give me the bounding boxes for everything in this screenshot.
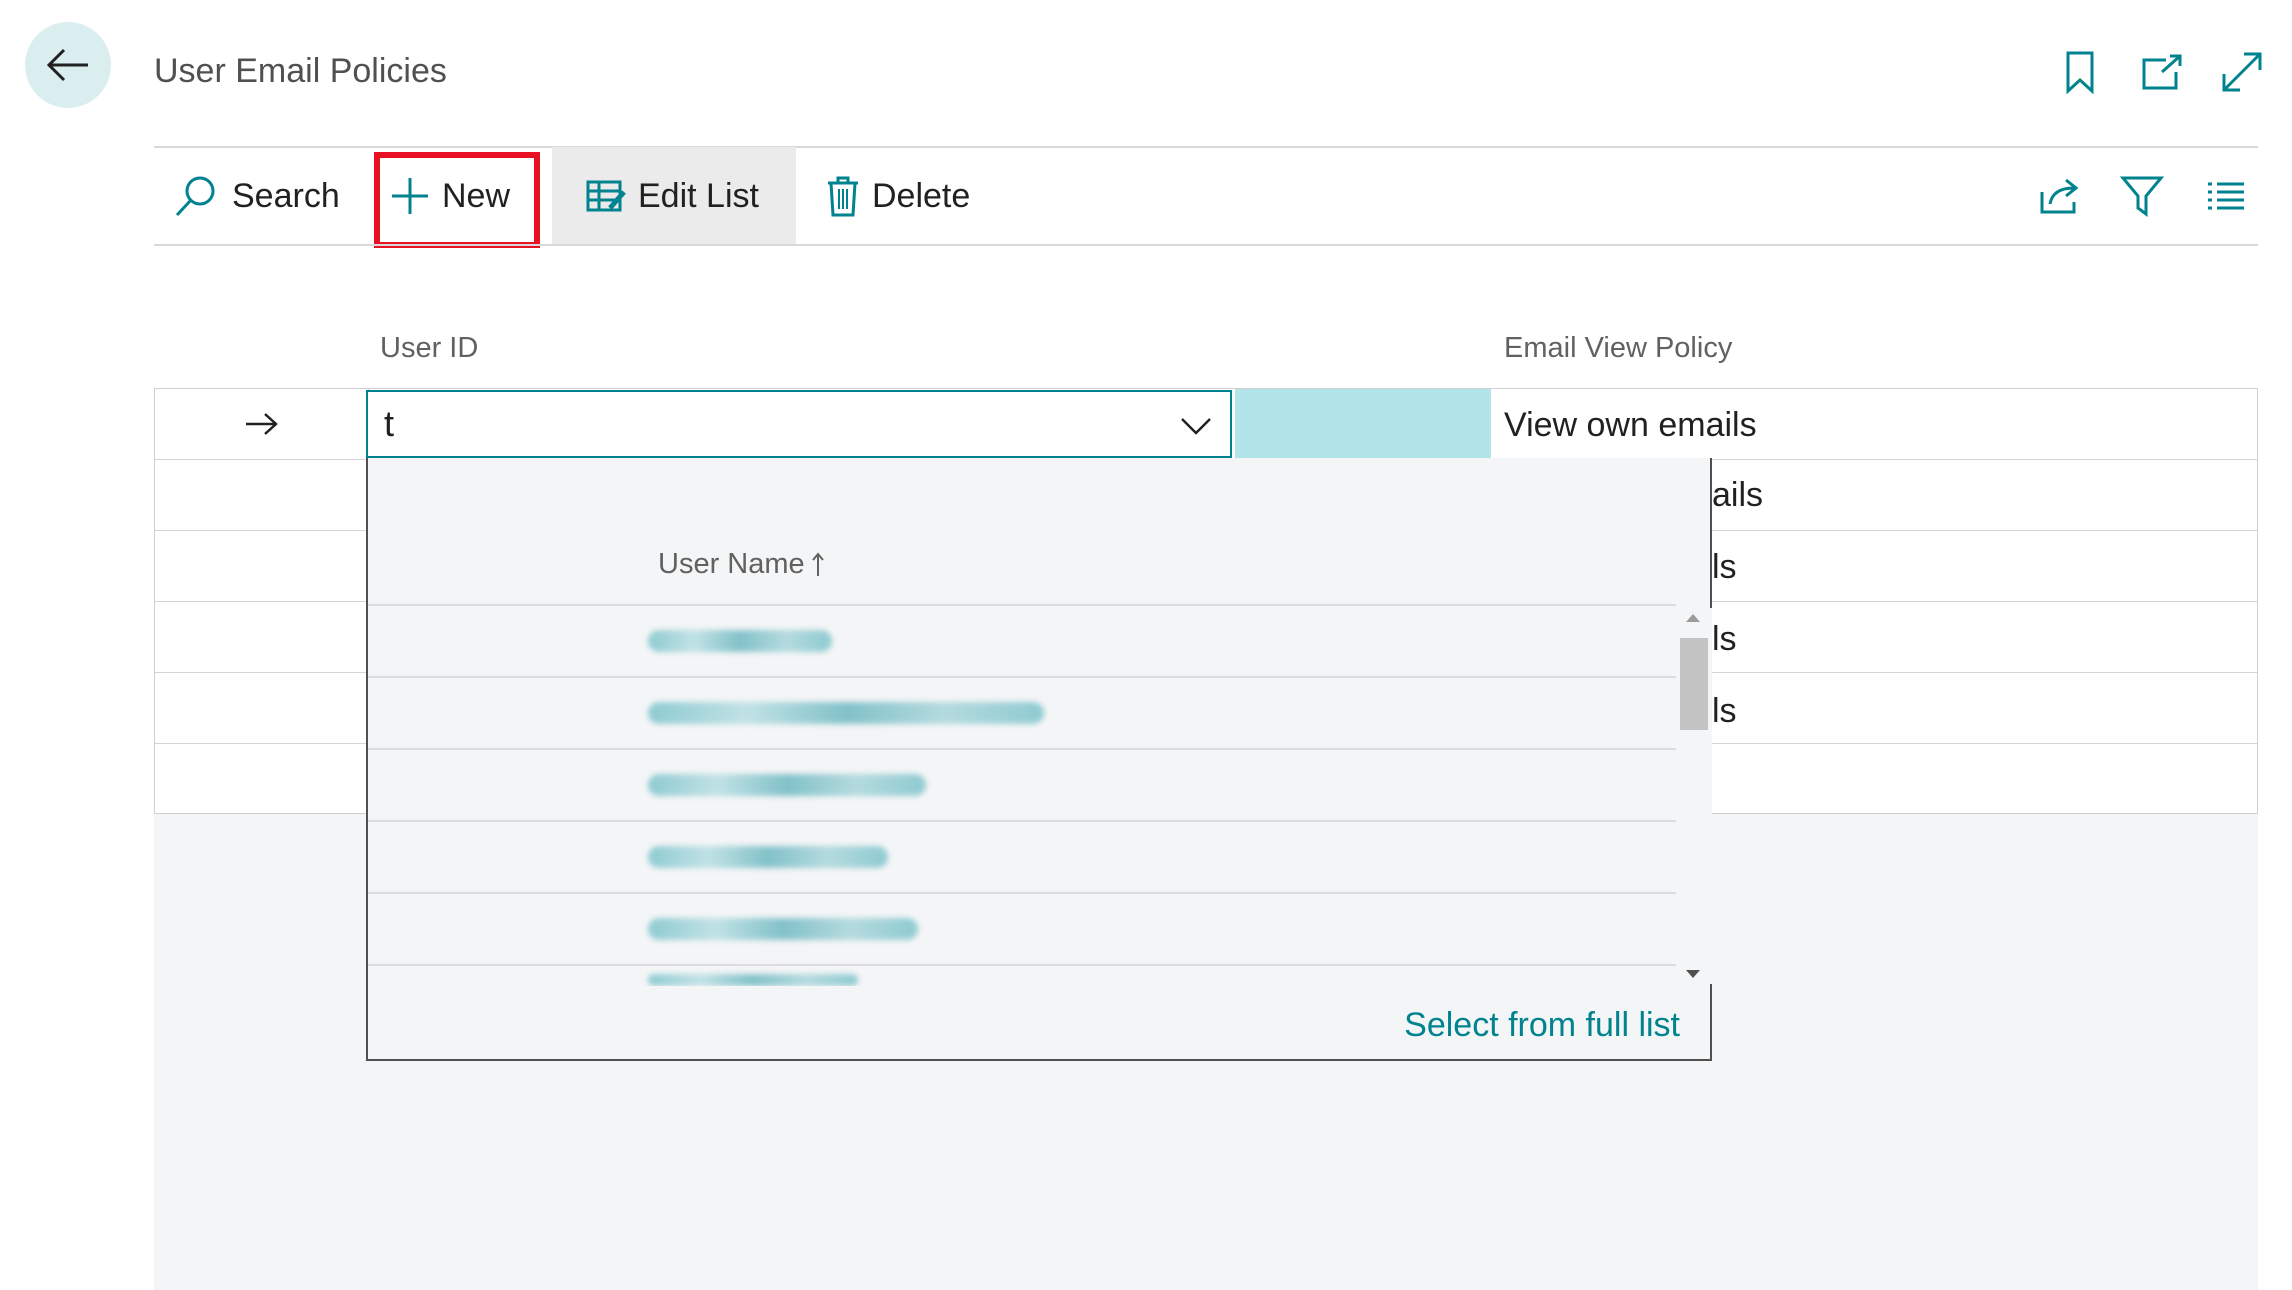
lookup-scrollbar[interactable] — [1676, 608, 1712, 984]
scroll-down-arrow[interactable] — [1686, 970, 1700, 978]
new-button[interactable]: New — [390, 147, 540, 245]
select-from-full-list-link[interactable]: Select from full list — [1404, 1006, 1680, 1045]
column-header-user-id[interactable]: User ID — [380, 332, 478, 365]
scroll-up-arrow[interactable] — [1686, 614, 1700, 622]
email-view-policy-cell[interactable]: View own emails — [1504, 390, 1757, 460]
user-lookup-dropdown: User Name Select from full list — [366, 458, 1712, 1061]
redacted-user-name — [648, 974, 858, 986]
scroll-thumb[interactable] — [1680, 638, 1708, 730]
lookup-row[interactable] — [368, 822, 1676, 892]
list-view-icon — [2208, 182, 2244, 210]
share-button[interactable] — [2032, 168, 2088, 224]
dropdown-toggle[interactable] — [1178, 408, 1214, 444]
edit-list-button[interactable]: Edit List — [552, 147, 796, 245]
lookup-column-header-label: User Name — [658, 548, 805, 580]
filter-button[interactable] — [2114, 168, 2170, 224]
back-arrow-icon — [46, 48, 88, 82]
email-view-policy-cell[interactable]: ls — [1712, 620, 1737, 659]
delete-label: Delete — [872, 176, 971, 215]
open-new-window-button[interactable] — [2134, 44, 2190, 100]
lookup-row[interactable] — [368, 966, 1676, 986]
row-indicator[interactable] — [155, 531, 369, 601]
lookup-row[interactable] — [368, 606, 1676, 676]
sort-ascending-icon — [811, 551, 825, 578]
search-label: Search — [232, 176, 340, 215]
email-view-policy-cell[interactable]: ails — [1712, 476, 1763, 515]
selected-cell-highlight — [1235, 389, 1491, 459]
redacted-user-name — [648, 702, 1044, 724]
share-icon — [2040, 178, 2079, 214]
column-header-email-view-policy[interactable]: Email View Policy — [1504, 332, 1732, 365]
back-button[interactable] — [25, 22, 111, 108]
email-view-policy-cell[interactable]: ls — [1712, 548, 1737, 587]
list-view-button[interactable] — [2198, 168, 2254, 224]
delete-button[interactable]: Delete — [826, 147, 1006, 245]
edit-list-label: Edit List — [638, 176, 759, 215]
user-id-field[interactable] — [366, 390, 1232, 458]
filter-icon — [2120, 176, 2164, 217]
bookmark-icon — [2066, 51, 2094, 94]
search-button[interactable]: Search — [172, 147, 360, 245]
edit-list-icon — [586, 178, 626, 214]
action-bar-divider — [154, 244, 2258, 246]
row-indicator[interactable] — [155, 460, 369, 530]
bookmark-button[interactable] — [2052, 44, 2108, 100]
expand-button[interactable] — [2214, 44, 2270, 100]
lookup-row[interactable] — [368, 750, 1676, 820]
user-id-input[interactable] — [368, 394, 1148, 454]
chevron-down-icon — [1181, 418, 1211, 435]
lookup-row[interactable] — [368, 678, 1676, 748]
redacted-user-name — [648, 774, 926, 796]
row-indicator[interactable] — [155, 673, 369, 743]
page-title: User Email Policies — [154, 52, 447, 90]
row-indicator[interactable] — [155, 744, 369, 815]
redacted-user-name — [648, 918, 918, 940]
redacted-user-name — [648, 846, 888, 868]
delete-icon — [826, 175, 860, 217]
row-indicator[interactable] — [155, 602, 369, 672]
lookup-row[interactable] — [368, 894, 1676, 964]
expand-icon — [2222, 52, 2262, 92]
new-label: New — [442, 176, 511, 215]
plus-icon — [390, 176, 430, 216]
row-indicator[interactable] — [155, 389, 369, 459]
redacted-user-name — [648, 630, 832, 652]
open-new-window-icon — [2142, 54, 2182, 90]
search-icon — [172, 172, 220, 220]
lookup-column-header[interactable]: User Name — [658, 548, 825, 581]
row-arrow-icon — [245, 413, 278, 435]
email-view-policy-cell[interactable]: ls — [1712, 692, 1737, 731]
